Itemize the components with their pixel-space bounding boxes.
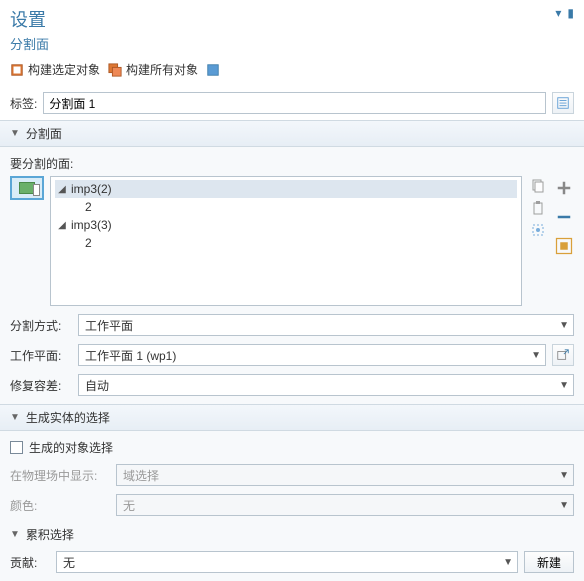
contribute-label: 贡献: [10,554,50,571]
generate-selection-checkbox[interactable] [10,441,23,454]
tree-item-imp3-3[interactable]: ◢ imp3(3) [55,216,517,234]
contribute-select[interactable]: 无 ▼ [56,551,518,573]
tree-item-child[interactable]: 2 [55,234,517,252]
chevron-down-icon: ▼ [10,412,20,423]
chevron-down-icon: ▼ [559,380,569,391]
remove-icon[interactable] [554,207,574,230]
section-generated-selection-header[interactable]: ▼ 生成实体的选择 [0,404,584,431]
pin-icon[interactable]: ▮ [567,6,574,20]
show-in-select: 域选择 ▼ [116,464,574,486]
chevron-down-icon: ▼ [10,529,20,540]
method-select[interactable]: 工作平面 ▼ [78,314,574,336]
add-icon[interactable] [554,178,574,201]
show-in-label: 在物理场中显示: [10,467,110,484]
copy-icon[interactable] [530,178,546,194]
build-selected-label: 构建选定对象 [28,61,100,78]
build-all-label: 构建所有对象 [126,61,198,78]
accumulate-title: 累积选择 [26,526,74,543]
goto-workplane-button[interactable] [552,344,574,366]
build-selected-icon [10,63,24,77]
tree-item-imp3-2[interactable]: ◢ imp3(2) [55,180,517,198]
tree-item-child[interactable]: 2 [55,198,517,216]
repair-label: 修复容差: [10,377,72,394]
chevron-down-icon: ▼ [10,128,20,139]
build-all-icon [108,63,122,77]
paste-icon[interactable] [530,200,546,216]
selection-toggle-button[interactable] [10,176,44,200]
build-all-button[interactable]: 构建所有对象 [108,61,198,78]
generate-selection-label: 生成的对象选择 [29,439,113,456]
section-partition-face-header[interactable]: ▼ 分割面 [0,120,584,147]
faces-label: 要分割的面: [10,155,574,172]
collapse-icon[interactable]: ▾ [555,6,561,20]
workplane-select[interactable]: 工作平面 1 (wp1) ▼ [78,344,546,366]
chevron-down-icon: ▼ [559,320,569,331]
page-subtitle: 分割面 [0,34,584,57]
tree-collapse-icon[interactable]: ◢ [55,220,69,231]
chevron-down-icon: ▼ [531,350,541,361]
accumulate-subheader[interactable]: ▼ 累积选择 [10,526,574,543]
new-button[interactable]: 新建 [524,551,574,573]
chevron-down-icon: ▼ [559,470,569,481]
select-icon[interactable] [554,236,574,259]
label-edit-button[interactable] [552,92,574,114]
label-field-label: 标签: [10,95,37,112]
repair-select[interactable]: 自动 ▼ [78,374,574,396]
workplane-label: 工作平面: [10,347,72,364]
method-label: 分割方式: [10,317,72,334]
chevron-down-icon: ▼ [559,500,569,511]
tree-collapse-icon[interactable]: ◢ [55,184,69,195]
color-select: 无 ▼ [116,494,574,516]
section-generated-selection-title: 生成实体的选择 [26,409,110,426]
build-selected-button[interactable]: 构建选定对象 [10,61,100,78]
section-partition-face-title: 分割面 [26,125,62,142]
extra-toolbar-icon[interactable] [206,63,220,77]
zoom-extents-icon[interactable] [530,222,546,238]
label-input[interactable] [43,92,546,114]
color-label: 颜色: [10,497,110,514]
page-title: 设置 [10,6,46,32]
faces-tree[interactable]: ◢ imp3(2) 2 ◢ imp3(3) 2 [50,176,522,306]
